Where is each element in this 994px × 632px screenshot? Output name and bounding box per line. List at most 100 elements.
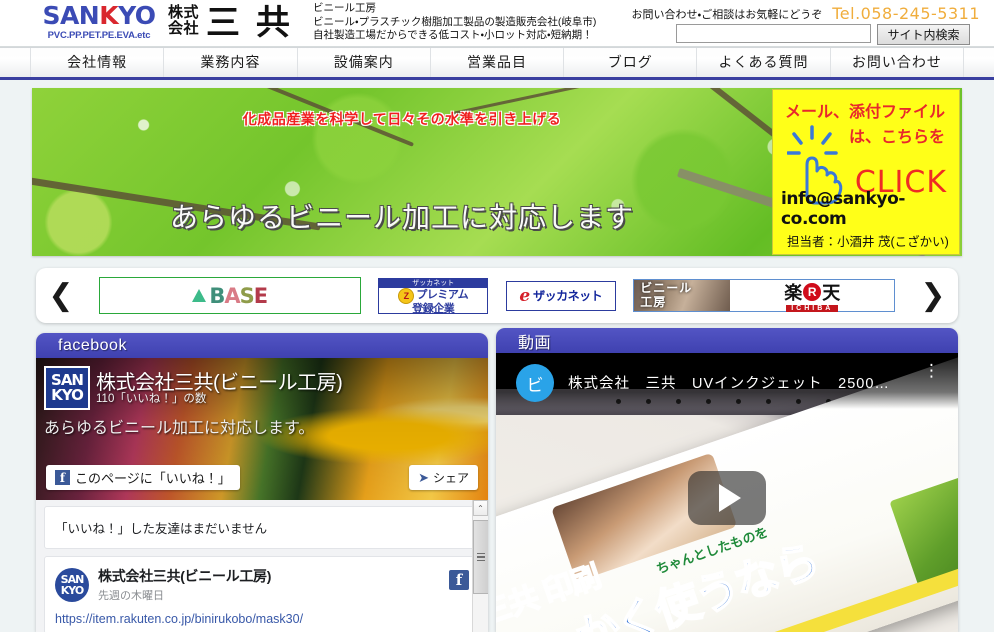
nav-item-services[interactable]: 業務内容 [164,47,298,77]
cta-email-address: info@sankyo-co.com [781,189,906,229]
tagline-line-3: 自社製造工場だからできる低コスト・小ロット対応・短納期！ [313,29,593,41]
facebook-like-button[interactable]: f このページに「いいね！」 [46,465,240,490]
nav-item-company-info[interactable]: 会社情報 [30,47,165,77]
facebook-friends-notice: 「いいね！」した友達はまだいません [44,506,480,549]
carousel-prev-button[interactable]: ❮ [36,280,86,311]
facebook-post[interactable]: SAN KYO 株式会社三共(ビニール工房) 先週の木曜日 f https://… [44,556,480,632]
facebook-widget: facebook SAN KYO 株式会社三共(ビニール工房) 110「いいね！… [36,333,488,632]
avatar-line-2: KYO [51,386,84,404]
nav-item-contact[interactable]: お問い合わせ [831,47,964,77]
company-kanji-name: 三 共 [206,3,292,43]
zakkanet-premium-bottom: 登録企業 [412,302,455,315]
banner-vegetable-decor [889,462,958,587]
site-search: サイト内検索 [676,24,970,45]
main-navigation: 会社情報 業務内容 設備案内 営業品目 ブログ よくある質問 お問い合わせ [0,47,994,80]
video-channel-avatar[interactable]: ビ [516,364,554,402]
facebook-feed: 「いいね！」した友達はまだいません SAN KYO 株式会社三共(ビニール工房)… [36,500,488,632]
site-logo[interactable]: SANKYO PVC.PP.PET.PE.EVA.etc [34,3,164,41]
rakuten-kanji-left: 楽 [784,283,803,303]
zakkanet-premium-top: ザッカネット [379,278,488,288]
logo-part-san: SAN [42,1,100,30]
carousel-slide-zakkanet-premium[interactable]: ザッカネット Z プレミアム 登録企業 [378,277,489,315]
facebook-post-header: SAN KYO 株式会社三共(ビニール工房) 先週の木曜日 [55,566,469,603]
facebook-post-timestamp: 先週の木曜日 [98,590,164,602]
tagline-line-2: ビニール・プラスチック樹脂加工製品の製造販売会社(岐阜市) [313,15,597,28]
nav-item-products[interactable]: 営業品目 [431,47,565,77]
header-contact: お問い合わせ・ご相談はお気軽にどうぞ Tel.058-245-5311 [631,4,980,23]
facebook-f-icon: f [449,570,469,590]
logo-wordmark: SANKYO [34,3,164,28]
scrollbar-grip-icon [477,551,485,564]
video-title[interactable]: 株式会社 三共 UVインクジェット 2500… [568,372,890,393]
rakuten-kanji-right: 天 [822,283,841,303]
video-widget: 動画 三共 印刷 せっかく使うなら ちゃんとしたものを ビ 株式会社 三共 UV… [496,328,958,632]
site-header: SANKYO PVC.PP.PET.PE.EVA.etc 株式 会社 三 共 ビ… [0,0,994,47]
post-avatar-line-2: KYO [60,583,84,597]
contact-label: お問い合わせ・ご相談はお気軽にどうぞ [631,8,823,21]
search-button[interactable]: サイト内検索 [877,24,970,45]
rakuten-shop-photo: ビニール 工房 [634,280,731,311]
base-logo-text: BASE [209,283,268,308]
nav-item-facilities[interactable]: 設備案内 [298,47,431,77]
logo-subtitle: PVC.PP.PET.PE.EVA.etc [47,30,151,41]
base-triangle-icon [192,289,207,302]
hero-subheading: 化成品産業を科学して日々その水準を引き上げる [242,111,562,127]
header-tagline: ビニール工房 ビニール・プラスチック樹脂加工製品の製造販売会社(岐阜市) 自社製… [313,2,596,43]
facebook-cover-description: あらゆるビニール加工に対応します。 [44,420,315,437]
logo-part-k: K [99,1,119,30]
video-player[interactable]: 三共 印刷 せっかく使うなら ちゃんとしたものを ビ 株式会社 三共 UVインク… [496,353,958,632]
scrollbar-up-arrow-icon[interactable]: ⌃ [473,500,488,516]
zakkanet-text: ザッカネット [533,289,603,303]
facebook-cover-photo: SAN KYO 株式会社三共(ビニール工房) 110「いいね！」の数 あらゆるビ… [36,358,488,500]
rakuten-ichiba-label: ICHIBA [786,305,839,312]
cta-contact-person: 担当者：小酒井 茂(こざかい) [787,235,949,249]
facebook-post-link[interactable]: https://item.rakuten.co.jp/binirukobo/ma… [55,612,469,626]
premium-badge-icon: Z [398,287,415,304]
zakkanet-premium-mid: プレミアム [416,289,469,301]
facebook-post-avatar[interactable]: SAN KYO [55,567,89,602]
company-prefix-line1: 株式 [168,4,200,21]
carousel-slide-zakkanet[interactable]: e ザッカネット [505,280,616,311]
hero-banner: 化成品産業を科学して日々その水準を引き上げる あらゆるビニール加工に対応します … [32,88,962,256]
scrollbar-thumb[interactable] [473,520,488,594]
facebook-f-icon: f [55,470,70,485]
rakuten-shop-photo-label: ビニール 工房 [640,281,693,309]
facebook-panel-title: facebook [58,336,127,354]
facebook-share-button[interactable]: ➤ シェア [409,465,478,490]
facebook-panel-header: facebook [36,333,488,358]
hero-heading: あらゆるビニール加工に対応します [169,202,634,233]
search-input[interactable] [676,24,871,43]
facebook-page-avatar[interactable]: SAN KYO [44,366,90,410]
facebook-post-author: 株式会社三共(ビニール工房) [98,568,272,584]
page-root: SANKYO PVC.PP.PET.PE.EVA.etc 株式 会社 三 共 ビ… [0,0,994,632]
play-button-icon[interactable] [688,471,766,526]
nav-item-blog[interactable]: ブログ [564,47,698,77]
carousel-slides: BASE ザッカネット Z プレミアム 登録企業 e ザッカネット ビニール 工… [86,277,908,314]
play-triangle-icon [718,484,741,513]
facebook-like-count: 110「いいね！」の数 [96,393,207,405]
zakkanet-e-icon: e [519,285,531,306]
facebook-feed-scrollbar[interactable]: ⌃ [472,500,488,632]
cta-line-1: メール、添付ファイル [785,104,946,121]
facebook-share-button-label: シェア [432,471,469,485]
rakuten-r-icon: R [803,283,822,301]
company-prefix: 株式 会社 [168,5,199,37]
video-panel-header: 動画 [496,328,958,353]
logo-part-yo: YO [118,1,156,30]
carousel-slide-base[interactable]: BASE [98,277,361,314]
cta-line-2: は、こちらを [848,129,945,146]
facebook-like-button-label: このページに「いいね！」 [75,471,231,486]
email-cta-box[interactable]: メール、添付ファイル は、こちらを CLICK info@sankyo-co.c… [772,89,960,255]
kebab-menu-icon[interactable]: ⋮ [923,362,940,379]
video-panel-title: 動画 [518,334,552,352]
rakuten-logo: 楽 R 天 ICHIBA [730,279,894,312]
carousel-slide-rakuten[interactable]: ビニール 工房 楽 R 天 ICHIBA [633,279,896,312]
post-avatar-line-1: SAN [60,572,85,586]
company-prefix-line2: 会社 [168,20,200,37]
nav-item-faq[interactable]: よくある質問 [697,47,831,77]
tagline-line-1: ビニール工房 [313,2,376,14]
contact-telephone: Tel.058-245-5311 [832,4,980,23]
share-arrow-icon: ➤ [418,469,429,485]
carousel-next-button[interactable]: ❯ [908,280,958,311]
partner-banner-carousel: ❮ BASE ザッカネット Z プレミアム 登録企業 e ザッカネット ビニール… [36,268,958,323]
